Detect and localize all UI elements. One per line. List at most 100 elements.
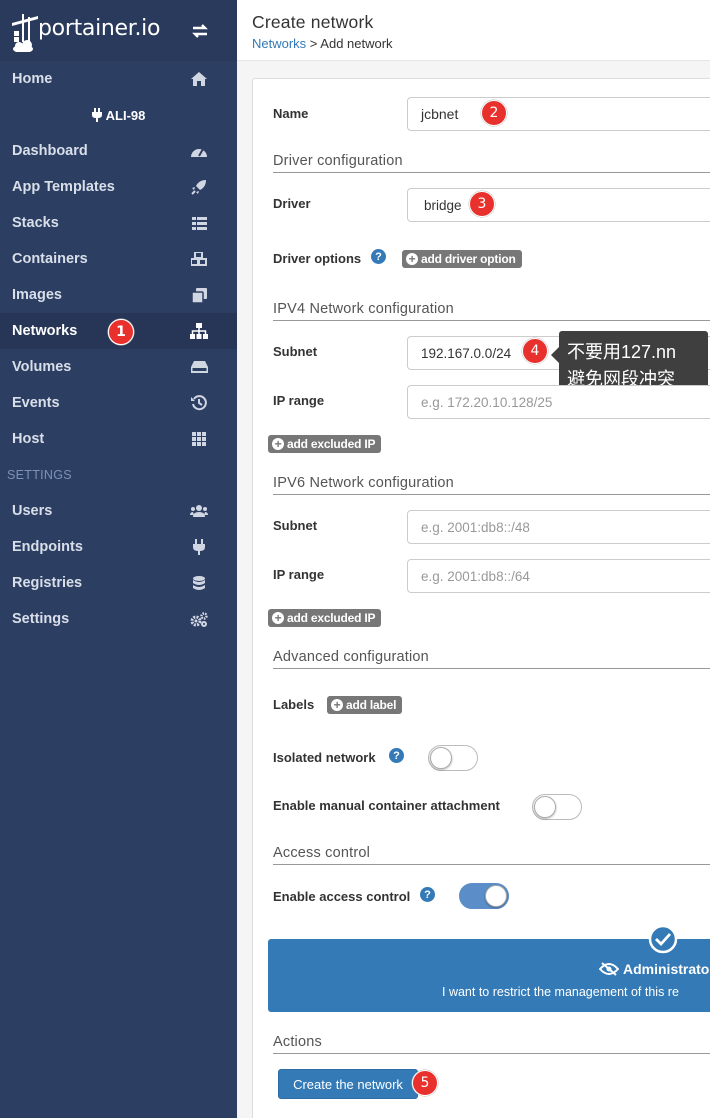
plus-circle-icon: + xyxy=(272,612,284,624)
ipv6-subnet-label: Subnet xyxy=(273,518,318,533)
th-icon xyxy=(190,431,208,447)
manual-attachment-label: Enable manual container attachment xyxy=(273,798,500,813)
endpoint-name: ALI-98 xyxy=(0,97,237,133)
ipv4-range-input[interactable]: e.g. 172.20.10.128/25 xyxy=(407,385,710,419)
sidebar-item-home[interactable]: Home xyxy=(0,61,237,97)
access-control-toggle[interactable] xyxy=(459,883,509,909)
add-label-button[interactable]: + add label xyxy=(327,696,403,714)
plus-circle-icon: + xyxy=(331,699,343,711)
sidebar-item-label: Settings xyxy=(12,611,70,627)
sidebar-item-endpoints[interactable]: Endpoints xyxy=(0,529,237,565)
hdd-icon xyxy=(190,359,208,375)
sidebar-item-label: Containers xyxy=(12,251,88,267)
sidebar-item-label: Users xyxy=(12,503,53,519)
ipv4-section-title: IPV4 Network configuration xyxy=(273,301,710,321)
sidebar: portainer.io Home ALI-98 Dashboard App T… xyxy=(0,0,237,1118)
sidebar-item-volumes[interactable]: Volumes xyxy=(0,349,237,385)
sidebar-item-label: Registries xyxy=(12,575,83,591)
breadcrumb-networks-link[interactable]: Networks xyxy=(252,36,306,51)
sidebar-item-label: Networks xyxy=(12,323,78,339)
page-header: Create network Networks > Add network xyxy=(237,0,710,61)
create-network-button[interactable]: Create the network xyxy=(278,1069,418,1099)
isolated-network-label: Isolated network xyxy=(273,750,376,765)
sidebar-item-host[interactable]: Host xyxy=(0,421,237,457)
ipv6-subnet-input[interactable]: e.g. 2001:db8::/48 xyxy=(407,510,710,544)
toggle-knob xyxy=(430,747,452,769)
breadcrumb-current: Add network xyxy=(320,36,393,51)
th-list-icon xyxy=(190,215,208,231)
sidebar-item-stacks[interactable]: Stacks xyxy=(0,205,237,241)
sidebar-item-events[interactable]: Events xyxy=(0,385,237,421)
annotation-badge-5: 5 xyxy=(412,1070,438,1096)
sidebar-item-label: App Templates xyxy=(12,179,115,195)
driver-input[interactable]: bridge xyxy=(407,188,710,222)
actions-section-title: Actions xyxy=(273,1034,710,1054)
access-control-label: Enable access control xyxy=(273,889,411,904)
sidebar-item-label: Dashboard xyxy=(12,143,88,159)
administrators-option-box[interactable]: Administrato I want to restrict the mana… xyxy=(268,924,710,1012)
help-icon[interactable]: ? xyxy=(371,249,386,264)
plus-circle-icon: + xyxy=(406,253,418,265)
sidebar-item-label: Events xyxy=(12,395,60,411)
ipv4-subnet-label: Subnet xyxy=(273,344,318,359)
history-icon xyxy=(190,395,208,411)
sidebar-item-app-templates[interactable]: App Templates xyxy=(0,169,237,205)
sidebar-item-label: Volumes xyxy=(12,359,72,375)
driver-label: Driver xyxy=(273,196,311,211)
database-icon xyxy=(190,575,208,591)
help-icon[interactable]: ? xyxy=(420,887,435,902)
rocket-icon xyxy=(190,179,208,195)
sidebar-item-networks[interactable]: Networks 1 xyxy=(0,313,237,349)
sidebar-item-settings[interactable]: Settings xyxy=(0,601,237,637)
sidebar-item-users[interactable]: Users xyxy=(0,493,237,529)
plug-icon xyxy=(91,108,102,122)
cogs-icon xyxy=(190,611,208,627)
driver-options-label: Driver options xyxy=(273,251,362,266)
brand-name: portainer.io xyxy=(38,16,161,41)
breadcrumb-separator: > xyxy=(306,36,321,51)
check-circle-icon xyxy=(648,924,678,954)
sidebar-item-label: Stacks xyxy=(12,215,59,231)
portainer-logo-icon xyxy=(12,12,38,52)
sidebar-item-label: Images xyxy=(12,287,62,303)
sitemap-icon xyxy=(190,323,208,339)
sidebar-item-label: Endpoints xyxy=(12,539,83,555)
help-icon[interactable]: ? xyxy=(389,748,404,763)
sidebar-item-label: Home xyxy=(12,71,53,87)
add-excluded-ip-v6-button[interactable]: + add excluded IP xyxy=(268,609,382,627)
brand[interactable]: portainer.io xyxy=(0,0,237,61)
plug-icon xyxy=(190,539,208,555)
manual-attachment-toggle[interactable] xyxy=(532,794,582,820)
toggle-knob xyxy=(485,885,507,907)
sidebar-item-dashboard[interactable]: Dashboard xyxy=(0,133,237,169)
name-label: Name xyxy=(273,106,309,121)
access-section-title: Access control xyxy=(273,845,710,865)
annotation-badge-1: 1 xyxy=(108,319,134,345)
add-excluded-ip-button[interactable]: + add excluded IP xyxy=(268,435,382,453)
ipv6-range-input[interactable]: e.g. 2001:db8::/64 xyxy=(407,559,710,593)
ipv6-range-label: IP range xyxy=(273,567,325,582)
clone-icon xyxy=(190,287,208,303)
sidebar-item-images[interactable]: Images xyxy=(0,277,237,313)
administrators-title: Administrato xyxy=(599,961,709,977)
add-driver-option-button[interactable]: + add driver option xyxy=(402,250,522,268)
plus-circle-icon: + xyxy=(272,438,284,450)
sidebar-item-label: Host xyxy=(12,431,45,447)
administrators-description: I want to restrict the management of thi… xyxy=(442,985,679,999)
cubes-icon xyxy=(190,251,208,267)
isolated-network-toggle[interactable] xyxy=(428,745,478,771)
sidebar-item-containers[interactable]: Containers xyxy=(0,241,237,277)
breadcrumb: Networks > Add network xyxy=(252,36,393,51)
driver-section-title: Driver configuration xyxy=(273,153,710,173)
annotation-badge-4: 4 xyxy=(522,338,548,364)
name-input[interactable]: jcbnet xyxy=(407,97,710,131)
settings-section-title: SETTINGS xyxy=(7,468,72,482)
advanced-section-title: Advanced configuration xyxy=(273,649,710,669)
page-title: Create network xyxy=(252,12,374,32)
ipv4-range-label: IP range xyxy=(273,393,325,408)
sidebar-toggle-icon[interactable] xyxy=(190,21,210,41)
toggle-knob xyxy=(534,796,556,818)
tachometer-icon xyxy=(190,143,208,159)
sidebar-item-registries[interactable]: Registries xyxy=(0,565,237,601)
users-icon xyxy=(190,503,208,519)
